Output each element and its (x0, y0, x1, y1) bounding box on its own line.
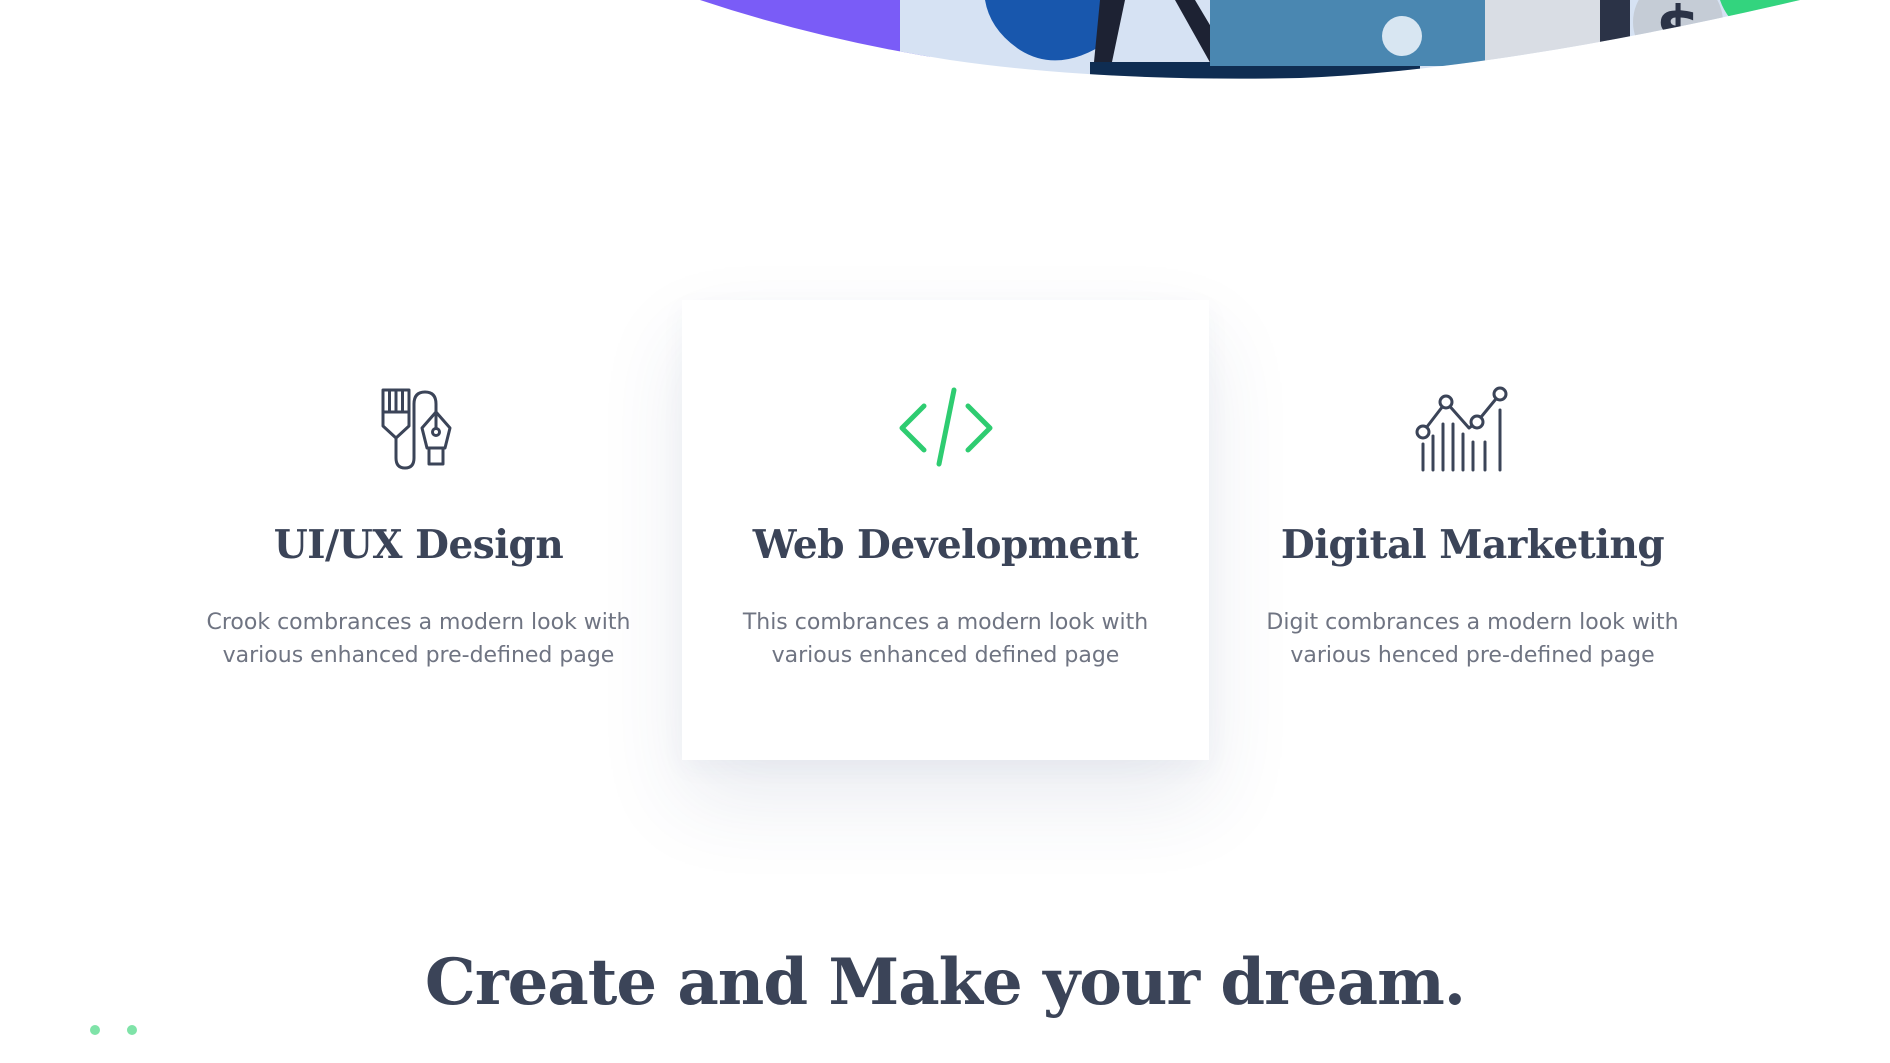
service-title: UI/UX Design (273, 522, 564, 568)
pen-tools-icon (359, 384, 479, 476)
hero-purple-shape (700, 0, 930, 79)
services-section: UI/UX Design Crook combrances a modern l… (155, 300, 1735, 760)
service-description: Crook combrances a modern look with vari… (206, 610, 631, 668)
service-card-digital-marketing[interactable]: Digital Marketing Digit combrances a mod… (1209, 300, 1736, 760)
decorative-dots (90, 1025, 150, 1037)
service-description: Digit combrances a modern look with vari… (1266, 610, 1679, 668)
hero-illustration: $ (0, 0, 1890, 90)
code-brackets-icon (886, 384, 1006, 476)
hero-block (1210, 0, 1485, 66)
service-card-web-development[interactable]: Web Development This combrances a modern… (682, 300, 1209, 760)
hero-green-leaf (1720, 0, 1800, 47)
service-title: Web Development (752, 522, 1139, 568)
section-headline: Create and Make your dream. (424, 945, 1466, 1020)
service-description: This combrances a modern look with vario… (742, 610, 1149, 668)
hero-coin-stack (1485, 0, 1615, 78)
dot-icon (90, 1025, 100, 1035)
hero-currency-symbol: $ (1656, 0, 1701, 68)
line-bar-chart-icon (1413, 384, 1533, 476)
hero-block-circle (1382, 16, 1422, 56)
service-title: Digital Marketing (1280, 522, 1665, 568)
service-card-ui-ux[interactable]: UI/UX Design Crook combrances a modern l… (155, 300, 682, 760)
dot-icon (127, 1025, 137, 1035)
page: $ UI/UX Design Crook combrances a modern… (0, 0, 1890, 1063)
